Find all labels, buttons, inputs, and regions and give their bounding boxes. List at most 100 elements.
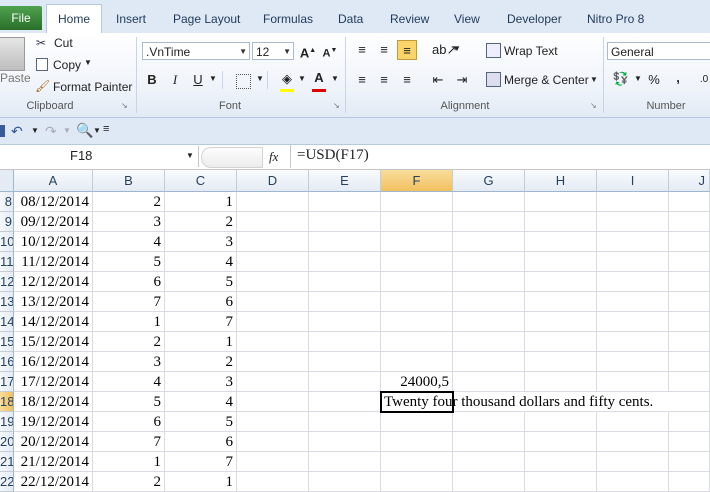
row-header[interactable]: 21 [0, 452, 14, 472]
cell-g[interactable] [453, 372, 525, 392]
cell-d[interactable] [237, 452, 309, 472]
cell-d[interactable] [237, 212, 309, 232]
cell-e[interactable] [309, 252, 381, 272]
cell-i[interactable] [597, 472, 669, 492]
tab-page-layout[interactable]: Page Layout [173, 10, 240, 28]
print-preview-icon[interactable]: 🔍 [76, 122, 93, 139]
cell-h[interactable] [525, 312, 597, 332]
dialog-launcher-icon[interactable]: ↘ [333, 101, 340, 110]
cell-g[interactable] [453, 332, 525, 352]
column-header-d[interactable]: D [237, 170, 309, 192]
cell-g[interactable] [453, 232, 525, 252]
align-right-icon[interactable]: ≡ [397, 70, 417, 90]
row-header[interactable]: 11 [0, 252, 14, 272]
cell-c[interactable]: 1 [165, 332, 237, 352]
tab-view[interactable]: View [454, 10, 480, 28]
cell-a[interactable]: 08/12/2014 [14, 192, 93, 212]
tab-file[interactable]: File [0, 6, 42, 30]
decrease-indent-icon[interactable]: ⇤ [428, 70, 448, 90]
comma-button[interactable]: , [668, 68, 688, 88]
cell-b[interactable]: 3 [93, 212, 165, 232]
row-header[interactable]: 8 [0, 192, 14, 212]
cell-j[interactable] [669, 192, 710, 212]
font-color-icon[interactable]: A [309, 68, 329, 88]
cell-d[interactable] [237, 232, 309, 252]
cell-d[interactable] [237, 412, 309, 432]
tab-insert[interactable]: Insert [116, 10, 146, 28]
row-header[interactable]: 19 [0, 412, 14, 432]
copy-button[interactable]: Copy [53, 58, 81, 72]
cell-h[interactable] [525, 412, 597, 432]
row-header[interactable]: 22 [0, 472, 14, 492]
row-header[interactable]: 14 [0, 312, 14, 332]
column-header-h[interactable]: H [525, 170, 597, 192]
italic-button[interactable]: I [165, 70, 185, 90]
column-header-f[interactable]: F [381, 170, 453, 192]
cell-g[interactable] [453, 252, 525, 272]
tab-data[interactable]: Data [338, 10, 363, 28]
cell-c[interactable]: 4 [165, 252, 237, 272]
increase-decimal-icon[interactable]: .0 [694, 70, 710, 90]
font-name-dropdown[interactable]: .VnTime ▼ [142, 42, 250, 60]
cell-b[interactable]: 2 [93, 192, 165, 212]
orientation-icon[interactable]: ab↗ [432, 40, 457, 60]
cell-c[interactable]: 3 [165, 372, 237, 392]
cell-i[interactable] [597, 232, 669, 252]
cell-c[interactable]: 7 [165, 452, 237, 472]
cell-a[interactable]: 20/12/2014 [14, 432, 93, 452]
tab-developer[interactable]: Developer [507, 10, 562, 28]
insert-function-icon[interactable]: fx [269, 149, 278, 165]
cell-i[interactable] [597, 412, 669, 432]
cell-f[interactable] [381, 412, 453, 432]
cell-d[interactable] [237, 312, 309, 332]
cell-j[interactable] [669, 472, 710, 492]
cell-c[interactable]: 1 [165, 192, 237, 212]
align-bottom-icon[interactable]: ≡ [397, 40, 417, 60]
increase-indent-icon[interactable]: ⇥ [452, 70, 472, 90]
cell-b[interactable]: 2 [93, 332, 165, 352]
cell-b[interactable]: 5 [93, 252, 165, 272]
cell-f[interactable] [381, 212, 453, 232]
cell-j[interactable] [669, 452, 710, 472]
cell-b[interactable]: 7 [93, 292, 165, 312]
cell-a[interactable]: 16/12/2014 [14, 352, 93, 372]
cell-c[interactable]: 3 [165, 232, 237, 252]
cell-j[interactable] [669, 352, 710, 372]
cell-f[interactable] [381, 312, 453, 332]
cell-b[interactable]: 5 [93, 392, 165, 412]
chevron-down-icon[interactable]: ▼ [590, 75, 598, 84]
cell-f[interactable] [381, 272, 453, 292]
cell-a[interactable]: 22/12/2014 [14, 472, 93, 492]
paste-button[interactable]: Paste [0, 71, 31, 85]
cell-f[interactable] [381, 352, 453, 372]
cell-f[interactable]: 24000,5 [381, 372, 453, 392]
cell-j[interactable] [669, 292, 710, 312]
cell-i[interactable] [597, 292, 669, 312]
dialog-launcher-icon[interactable]: ↘ [590, 101, 597, 110]
tab-home[interactable]: Home [46, 4, 102, 34]
cell-d[interactable] [237, 272, 309, 292]
cell-a[interactable]: 11/12/2014 [14, 252, 93, 272]
tab-formulas[interactable]: Formulas [263, 10, 313, 28]
bold-button[interactable]: B [142, 70, 162, 90]
cell-b[interactable]: 7 [93, 432, 165, 452]
column-header-b[interactable]: B [93, 170, 165, 192]
cell-e[interactable] [309, 232, 381, 252]
cell-g[interactable] [453, 412, 525, 432]
cell-f[interactable] [381, 232, 453, 252]
cell-j[interactable] [669, 232, 710, 252]
cell-j[interactable] [669, 372, 710, 392]
cell-e[interactable] [309, 432, 381, 452]
cell-h[interactable] [525, 232, 597, 252]
save-icon[interactable] [0, 125, 5, 137]
customize-toolbar-icon[interactable]: ≡ [103, 123, 109, 135]
row-header[interactable]: 12 [0, 272, 14, 292]
borders-icon[interactable] [236, 74, 251, 89]
cell-i[interactable] [597, 352, 669, 372]
chevron-down-icon[interactable]: ▼ [634, 74, 642, 83]
chevron-down-icon[interactable]: ▼ [186, 151, 194, 160]
cell-e[interactable] [309, 452, 381, 472]
cell-d[interactable] [237, 332, 309, 352]
row-header[interactable]: 10 [0, 232, 14, 252]
cell-g[interactable] [453, 312, 525, 332]
